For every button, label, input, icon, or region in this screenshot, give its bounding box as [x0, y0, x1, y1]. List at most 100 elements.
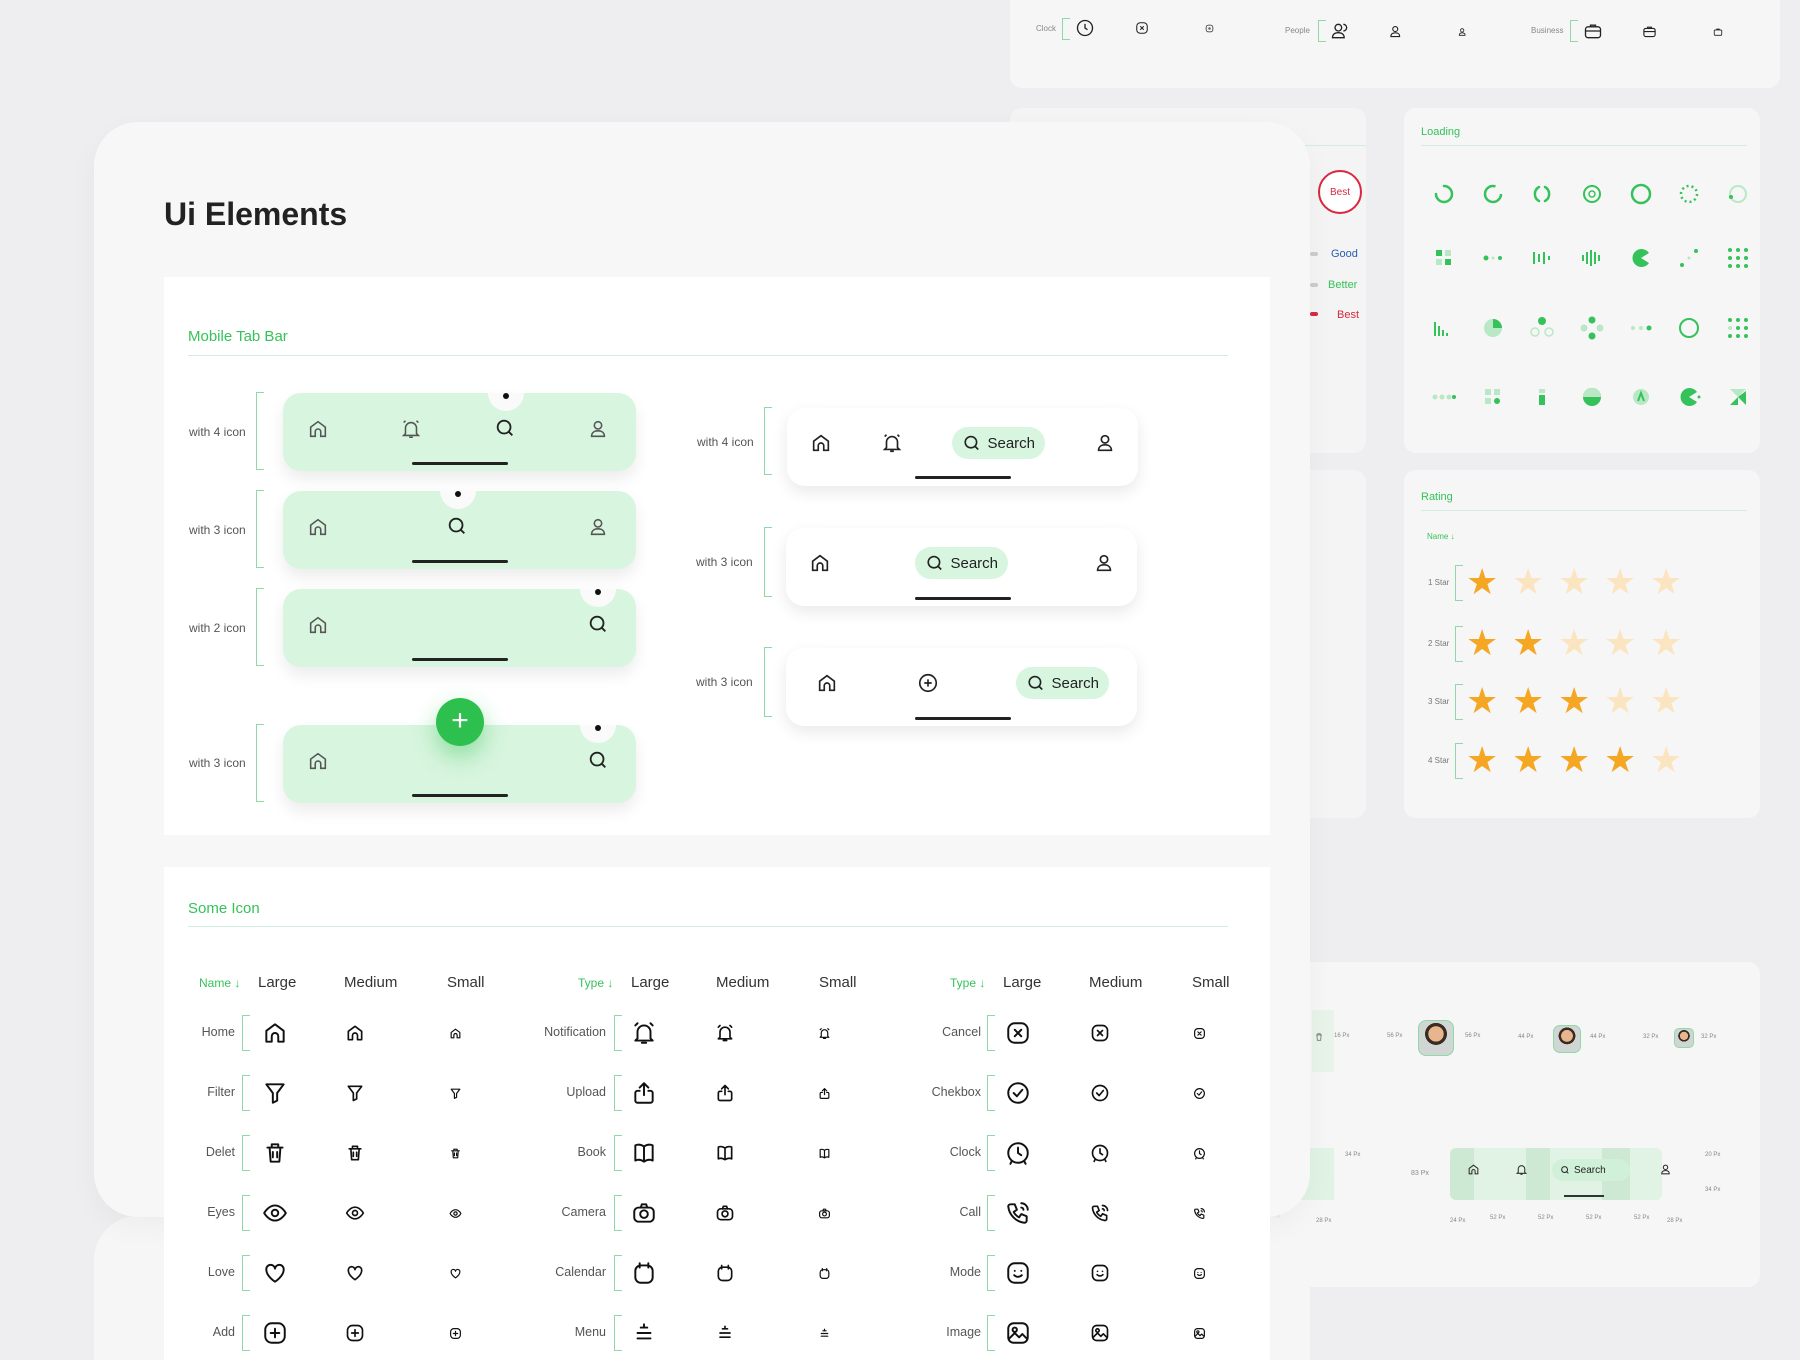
clock-icon-large — [1007, 1142, 1029, 1165]
briefcase-icon-large — [1584, 24, 1602, 39]
star-empty-icon[interactable]: ★ — [1650, 564, 1682, 600]
star-empty-icon[interactable]: ★ — [1604, 683, 1636, 719]
home-icon[interactable] — [307, 418, 329, 440]
tabbar-4icon — [283, 393, 636, 471]
star-empty-icon[interactable]: ★ — [1604, 564, 1636, 600]
loading-spinner-icon — [1583, 388, 1601, 406]
star-filled-icon[interactable]: ★ — [1512, 742, 1544, 778]
cancel-icon-medium — [1136, 22, 1148, 34]
star-filled-icon[interactable]: ★ — [1466, 625, 1498, 661]
size-head-medium-1: Medium — [344, 974, 398, 991]
star-filled-icon[interactable]: ★ — [1466, 564, 1498, 600]
filter-icon-medium — [347, 1085, 363, 1102]
icon-row-label: Upload — [566, 1085, 606, 1099]
star-empty-icon[interactable]: ★ — [1650, 742, 1682, 778]
bell-icon-large — [634, 1022, 654, 1044]
star-filled-icon[interactable]: ★ — [1512, 683, 1544, 719]
heart-icon-large — [265, 1263, 285, 1283]
home-icon[interactable] — [816, 672, 838, 694]
eye-icon-medium — [345, 1206, 365, 1220]
home-icon[interactable] — [307, 516, 329, 538]
star-empty-icon[interactable]: ★ — [1650, 625, 1682, 661]
icon-row-label: Eyes — [207, 1205, 235, 1219]
search-icon[interactable] — [494, 417, 516, 439]
heart-icon-medium — [347, 1265, 363, 1281]
bell-icon[interactable] — [881, 432, 903, 454]
level-best: Best — [1337, 309, 1360, 321]
user-icon[interactable] — [587, 516, 609, 538]
loading-spinner-icon — [1530, 317, 1554, 337]
home-indicator — [412, 658, 508, 661]
search-icon — [1028, 675, 1043, 691]
star-empty-icon[interactable]: ★ — [1512, 564, 1544, 600]
home-icon[interactable] — [307, 750, 329, 772]
search-tab-pill[interactable]: Search — [915, 547, 1008, 579]
active-indicator — [455, 491, 461, 497]
star-filled-icon[interactable]: ★ — [1558, 683, 1590, 719]
mode-icon-small — [1194, 1268, 1205, 1279]
eye-icon-large — [263, 1204, 287, 1222]
icon-row-label: Call — [959, 1205, 981, 1219]
search-icon[interactable] — [587, 749, 609, 771]
star-empty-icon[interactable]: ★ — [1604, 625, 1636, 661]
search-icon[interactable] — [446, 515, 468, 537]
col1-head[interactable]: Name ↓ — [199, 976, 240, 990]
book-icon-large — [634, 1143, 654, 1163]
user-icon[interactable] — [1093, 552, 1115, 574]
loading-spinner-icon — [1436, 250, 1451, 265]
mode-icon-large — [1007, 1262, 1029, 1284]
image-icon-medium — [1091, 1324, 1109, 1342]
row-label-4icon: with 4 icon — [189, 425, 246, 439]
user-icon[interactable] — [587, 418, 609, 440]
col2-head[interactable]: Type ↓ — [578, 976, 613, 990]
bell-icon-small — [819, 1028, 830, 1039]
search-tab-pill[interactable]: Search — [1016, 667, 1109, 699]
level-good: Good — [1331, 248, 1358, 260]
clock-icon-small — [1194, 1148, 1205, 1160]
star-empty-icon[interactable]: ★ — [1558, 625, 1590, 661]
trash-icon-large — [266, 1143, 284, 1163]
active-indicator — [503, 393, 509, 399]
user-icon-spec — [1661, 1164, 1670, 1175]
add-circle-icon[interactable] — [917, 672, 939, 694]
clock-label: Clock — [1036, 24, 1057, 33]
home-icon[interactable] — [809, 552, 831, 574]
star-filled-icon[interactable]: ★ — [1604, 742, 1636, 778]
loading-spinner-icon — [1680, 249, 1698, 267]
loading-spinner-icon — [1680, 388, 1701, 406]
add-icon-large — [264, 1322, 286, 1344]
star-empty-icon[interactable]: ★ — [1558, 564, 1590, 600]
rating-row-label: 2 Star — [1428, 639, 1450, 648]
star-filled-icon[interactable]: ★ — [1558, 742, 1590, 778]
star-filled-icon[interactable]: ★ — [1512, 625, 1544, 661]
loading-spinner-icon — [1630, 183, 1652, 205]
clock-icon-large — [1076, 19, 1094, 37]
row-label-3icon-white-2: with 3 icon — [696, 675, 753, 689]
home-indicator — [915, 597, 1011, 600]
icon-row-label: Book — [577, 1145, 607, 1159]
star-empty-icon[interactable]: ★ — [1650, 683, 1682, 719]
loading-spinner-icon — [1582, 250, 1600, 266]
avatar-spec-panel — [1280, 962, 1760, 1287]
home-icon[interactable] — [307, 614, 329, 636]
star-filled-icon[interactable]: ★ — [1466, 742, 1498, 778]
book-icon-small — [819, 1148, 830, 1159]
add-fab-button[interactable]: + — [436, 698, 484, 746]
col3-head[interactable]: Type ↓ — [950, 976, 985, 990]
loading-spinner-icon — [1632, 249, 1649, 267]
star-filled-icon[interactable]: ★ — [1466, 683, 1498, 719]
user-icon[interactable] — [1094, 432, 1116, 454]
search-tab-pill[interactable]: Search — [952, 427, 1045, 459]
search-icon[interactable] — [587, 613, 609, 635]
icon-row-label: Notification — [544, 1025, 606, 1039]
briefcase-icon-small — [1713, 28, 1723, 36]
menu-icon-small — [820, 1328, 829, 1337]
camera-icon-medium — [716, 1205, 734, 1221]
loading-spinner-icon — [1485, 389, 1500, 404]
bell-icon[interactable] — [400, 418, 422, 440]
rating-row-label: 4 Star — [1428, 756, 1450, 765]
home-icon[interactable] — [810, 432, 832, 454]
loading-spinner-icon — [1730, 389, 1746, 405]
home-indicator — [412, 462, 508, 465]
camera-icon-large — [633, 1203, 655, 1223]
